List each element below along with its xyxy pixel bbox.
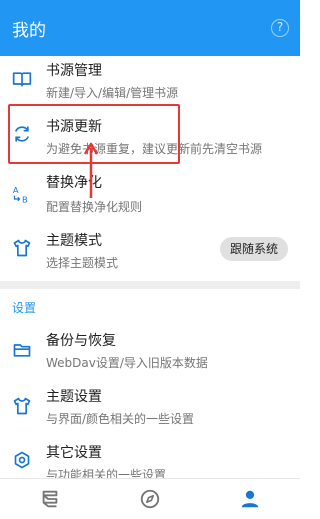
bottom-navigation — [0, 478, 300, 519]
item-subtitle: 新建/导入/编辑/管理书源 — [46, 86, 179, 100]
theme-mode-chip[interactable]: 跟随系统 — [219, 237, 288, 261]
list-item-source-manage[interactable]: 书源管理 新建/导入/编辑/管理书源 — [0, 56, 300, 108]
item-title: 主题模式 — [46, 233, 102, 249]
item-title: 备份与恢复 — [46, 333, 116, 349]
list-item-other-settings[interactable]: 其它设置 与功能相关的一些设置 — [0, 434, 300, 478]
list-item-theme-settings[interactable]: 主题设置 与界面/颜色相关的一些设置 — [0, 380, 300, 432]
shirt-icon — [12, 238, 32, 258]
person-icon[interactable] — [238, 487, 262, 511]
gear-icon — [12, 450, 32, 470]
section-divider — [0, 281, 300, 289]
item-title: 主题设置 — [46, 389, 102, 405]
svg-text:B: B — [22, 194, 28, 204]
section-title-settings: 设置 — [12, 301, 37, 315]
item-subtitle: 与界面/颜色相关的一些设置 — [46, 412, 195, 426]
item-title: 其它设置 — [46, 445, 102, 461]
svg-text:A: A — [13, 185, 19, 195]
page-title: 我的 — [12, 20, 46, 41]
item-subtitle: 配置替换净化规则 — [46, 200, 143, 214]
app-bar: 我的 ? — [0, 0, 300, 56]
item-title: 书源管理 — [46, 63, 102, 79]
book-icon — [12, 69, 32, 89]
item-subtitle: 选择主题模式 — [46, 256, 119, 270]
list-item-replace-rules[interactable]: AB 替换净化 配置替换净化规则 — [0, 166, 300, 222]
item-subtitle: WebDav设置/导入旧版本数据 — [46, 356, 208, 370]
bookshelf-icon[interactable] — [38, 487, 62, 511]
shirt-icon — [12, 396, 32, 416]
help-icon[interactable]: ? — [271, 19, 289, 37]
arrow-up-icon — [84, 142, 98, 198]
compass-icon[interactable] — [138, 487, 162, 511]
folder-icon — [12, 340, 32, 360]
replace-icon: AB — [12, 184, 32, 204]
list-item-backup[interactable]: 备份与恢复 WebDav设置/导入旧版本数据 — [0, 326, 300, 378]
item-subtitle: 与功能相关的一些设置 — [46, 468, 167, 478]
